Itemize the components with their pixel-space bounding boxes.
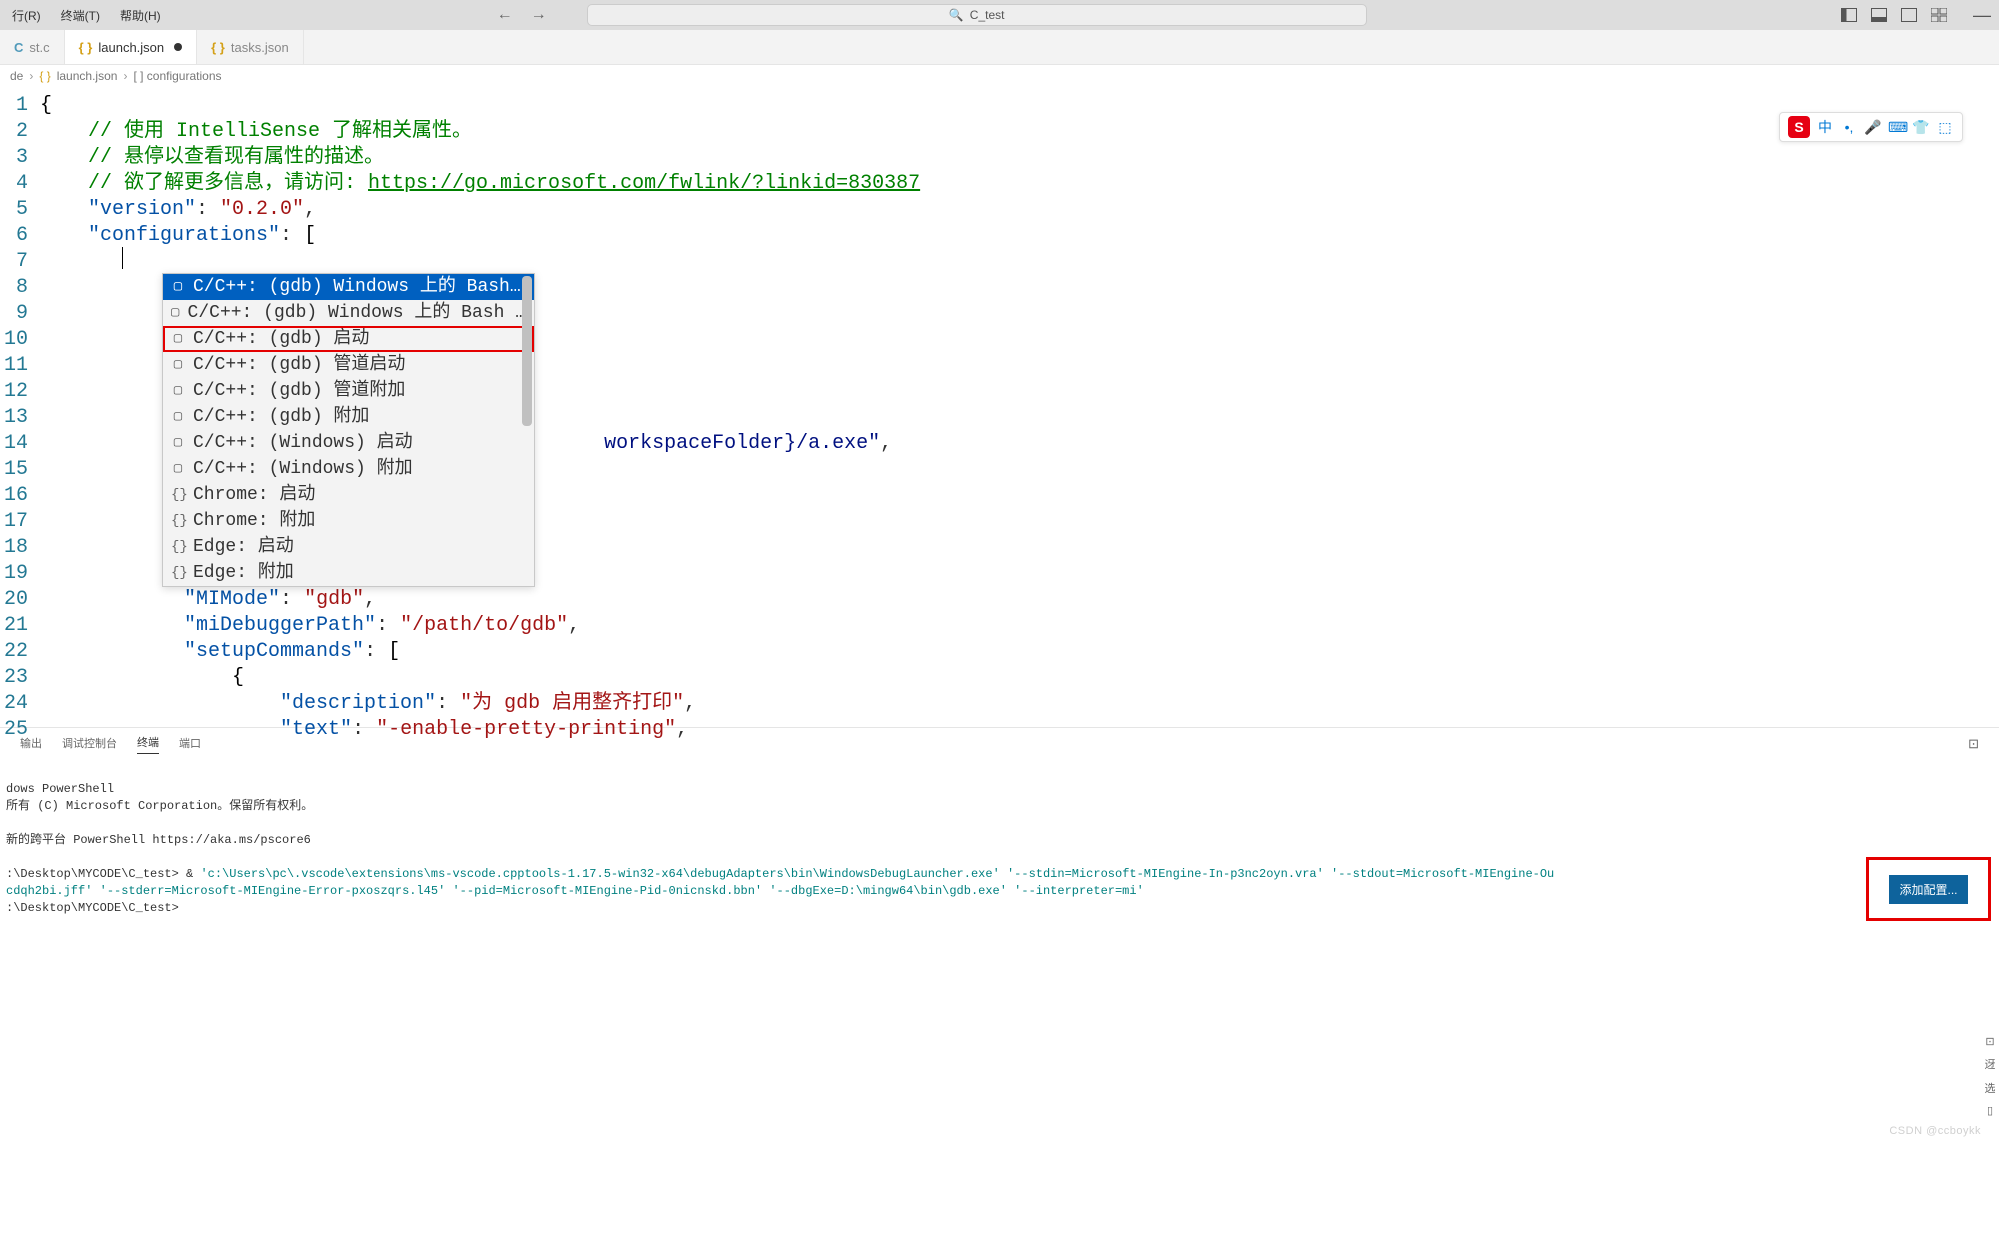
tab-label: launch.json <box>98 40 164 55</box>
snippet-icon: ▢ <box>171 430 185 456</box>
watermark: CSDN @ccboykk <box>1889 1125 1981 1137</box>
code-line <box>40 249 1999 275</box>
braces-icon: {} <box>171 534 185 560</box>
json-icon: { } <box>79 40 93 55</box>
suggest-item[interactable]: {}Chrome: 启动 <box>163 482 534 508</box>
json-icon: { } <box>211 40 225 55</box>
layout-grid-icon[interactable] <box>1931 8 1947 22</box>
code-line: "miDebuggerPath": "/path/to/gdb", <box>40 613 1999 639</box>
terminal-line: dows PowerShell <box>6 782 114 796</box>
tab-launch-json[interactable]: { } launch.json <box>65 30 198 64</box>
chevron-right-icon: › <box>29 69 33 83</box>
layout-bottom-icon[interactable] <box>1871 8 1887 22</box>
terminal-line: cdqh2bi.jff' '--stderr=Microsoft-MIEngin… <box>6 884 1144 898</box>
code-line: { <box>40 93 1999 119</box>
menu-terminal[interactable]: 终端(T) <box>57 5 104 26</box>
layout-primary-icon[interactable] <box>1841 8 1857 22</box>
terminal-line: :\Desktop\MYCODE\C_test> <box>6 901 179 915</box>
snippet-icon: ▢ <box>171 274 185 300</box>
terminal-label[interactable]: 迓 <box>1985 1056 1996 1072</box>
search-icon: 🔍 <box>949 8 964 22</box>
suggest-item[interactable]: {}Chrome: 附加 <box>163 508 534 534</box>
snippet-icon: ▢ <box>171 404 185 430</box>
snippet-icon: ▢ <box>171 326 185 352</box>
gutter: 1 2 3 4 5 6 7 8 9 10 11 12 13 14 15 16 1… <box>0 87 40 727</box>
code-line: "version": "0.2.0", <box>40 197 1999 223</box>
breadcrumb[interactable]: de › { } launch.json › [ ] configuration… <box>0 65 1999 87</box>
suggest-item[interactable]: ▢C/C++: (gdb) Windows 上的 Bash… <box>163 274 534 300</box>
snippet-icon: ▢ <box>171 300 180 326</box>
code-line: "configurations": [ <box>40 223 1999 249</box>
code-line: // 欲了解更多信息，请访问: https://go.microsoft.com… <box>40 171 1999 197</box>
suggest-item[interactable]: ▢C/C++: (gdb) 管道启动 <box>163 352 534 378</box>
tab-file-c[interactable]: C st.c <box>0 30 65 64</box>
suggest-item[interactable]: ▢C/C++: (Windows) 启动 <box>163 430 534 456</box>
search-text: C_test <box>970 8 1005 22</box>
braces-icon: {} <box>171 482 185 508</box>
breadcrumb-part: [ ] configurations <box>133 69 221 83</box>
terminal-line: :\Desktop\MYCODE\C_test> & 'c:\Users\pc\… <box>6 867 1554 881</box>
suggest-item[interactable]: ▢C/C++: (gdb) Windows 上的 Bash … <box>163 300 534 326</box>
layout-right-icon[interactable] <box>1901 8 1917 22</box>
add-config-highlight: 添加配置... <box>1866 857 1991 921</box>
ime-voice-icon[interactable]: 🎤 <box>1864 119 1882 136</box>
snippet-icon: ▢ <box>171 456 185 482</box>
terminal-line: 所有 (C) Microsoft Corporation。保留所有权利。 <box>6 799 313 813</box>
code-line: // 使用 IntelliSense 了解相关属性。 <box>40 119 1999 145</box>
terminal-sidebar: ⊡ 迓 选 ▯ <box>1983 1035 1997 1117</box>
snippet-icon: ▢ <box>171 352 185 378</box>
terminal-label[interactable]: 选 <box>1985 1080 1996 1096</box>
json-icon: { } <box>39 69 50 83</box>
suggest-item[interactable]: {}Edge: 附加 <box>163 560 534 586</box>
menubar: 行(R) 终端(T) 帮助(H) ← → 🔍 C_test — <box>0 0 1999 30</box>
suggest-item[interactable]: ▢C/C++: (gdb) 附加 <box>163 404 534 430</box>
suggest-item-gdb-launch[interactable]: ▢C/C++: (gdb) 启动 <box>163 326 534 352</box>
ime-skin-icon[interactable]: 👕 <box>1912 119 1930 136</box>
terminal-pwsh-icon[interactable]: ⊡ <box>1985 1035 1994 1048</box>
terminal-scroll-icon[interactable]: ▯ <box>1987 1104 1993 1117</box>
braces-icon: {} <box>171 560 185 586</box>
window-minimize-icon[interactable]: — <box>1973 5 1991 26</box>
code-line: "setupCommands": [ <box>40 639 1999 665</box>
ime-punct-icon[interactable]: •, <box>1840 119 1858 135</box>
terminal-line: 新的跨平台 PowerShell https://aka.ms/pscore6 <box>6 833 311 847</box>
text-cursor <box>122 247 123 269</box>
code-line: "description": "为 gdb 启用整齐打印", <box>40 691 1999 717</box>
modified-indicator-icon <box>174 43 182 51</box>
suggest-item[interactable]: ▢C/C++: (gdb) 管道附加 <box>163 378 534 404</box>
tab-label: st.c <box>29 40 49 55</box>
nav-forward-icon[interactable]: → <box>531 6 547 24</box>
terminal[interactable]: dows PowerShell 所有 (C) Microsoft Corpora… <box>0 760 1999 921</box>
menu-run[interactable]: 行(R) <box>8 5 45 26</box>
intellisense-suggest[interactable]: ▢C/C++: (gdb) Windows 上的 Bash… ▢C/C++: (… <box>162 273 535 587</box>
code-area[interactable]: { // 使用 IntelliSense 了解相关属性。 // 悬停以查看现有属… <box>40 87 1999 727</box>
ime-toolbox-icon[interactable]: ⬚ <box>1936 119 1954 136</box>
breadcrumb-part: de <box>10 69 23 83</box>
tabbar: C st.c { } launch.json { } tasks.json <box>0 30 1999 65</box>
code-line: "text": "-enable-pretty-printing", <box>40 717 1999 743</box>
suggest-item[interactable]: ▢C/C++: (Windows) 附加 <box>163 456 534 482</box>
ime-toolbar[interactable]: S 中 •, 🎤 ⌨ 👕 ⬚ <box>1779 112 1963 142</box>
sogou-logo-icon: S <box>1788 116 1810 138</box>
tab-label: tasks.json <box>231 40 289 55</box>
nav-back-icon[interactable]: ← <box>497 6 513 24</box>
braces-icon: {} <box>171 508 185 534</box>
editor[interactable]: 1 2 3 4 5 6 7 8 9 10 11 12 13 14 15 16 1… <box>0 87 1999 727</box>
breadcrumb-part: launch.json <box>57 69 118 83</box>
code-line: // 悬停以查看现有属性的描述。 <box>40 145 1999 171</box>
search-box[interactable]: 🔍 C_test <box>587 4 1367 26</box>
code-line: "MIMode": "gdb", <box>40 587 1999 613</box>
code-line: { <box>40 665 1999 691</box>
suggest-item[interactable]: {}Edge: 启动 <box>163 534 534 560</box>
tab-tasks-json[interactable]: { } tasks.json <box>197 30 304 64</box>
chevron-right-icon: › <box>123 69 127 83</box>
scrollbar[interactable] <box>522 276 532 426</box>
snippet-icon: ▢ <box>171 378 185 404</box>
add-configuration-button[interactable]: 添加配置... <box>1889 875 1967 904</box>
ime-lang-icon[interactable]: 中 <box>1816 117 1834 137</box>
ime-keyboard-icon[interactable]: ⌨ <box>1888 119 1906 136</box>
menu-help[interactable]: 帮助(H) <box>116 5 165 26</box>
